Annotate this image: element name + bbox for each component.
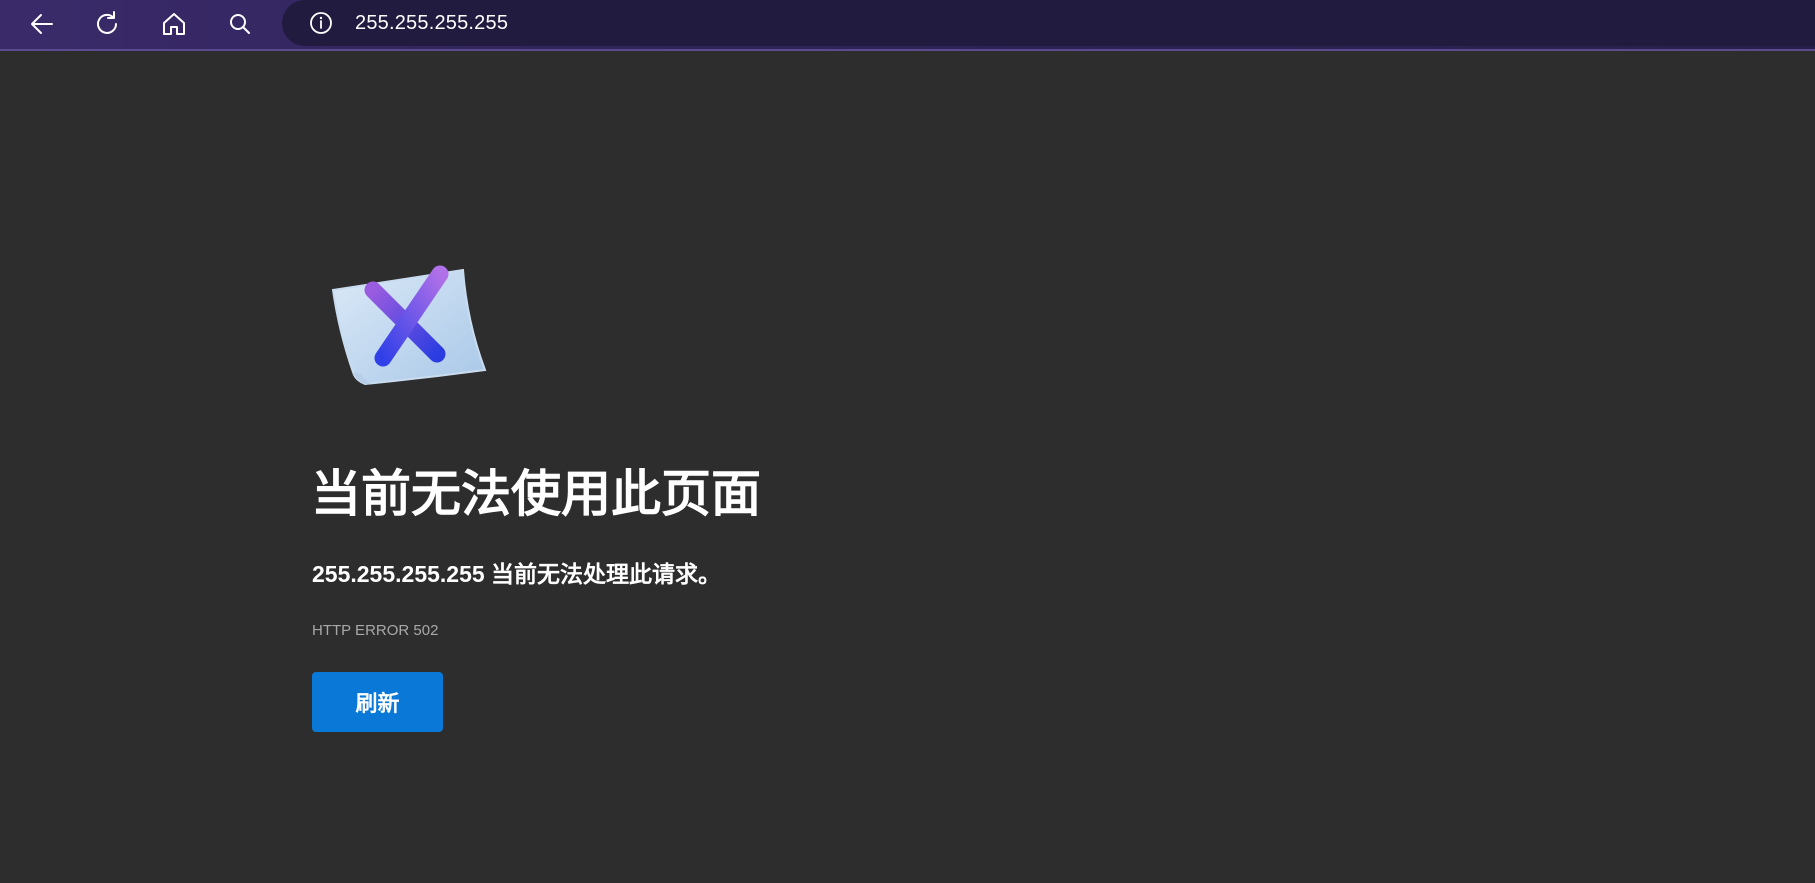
back-button[interactable] (22, 4, 62, 44)
refresh-page-button[interactable]: 刷新 (312, 672, 443, 732)
error-message: 255.255.255.255 当前无法处理此请求。 (312, 561, 722, 587)
address-bar[interactable]: 255.255.255.255 (282, 0, 1815, 46)
search-button[interactable] (220, 4, 260, 44)
refresh-button[interactable] (88, 4, 128, 44)
home-icon (163, 13, 185, 35)
back-arrow-icon (31, 14, 53, 34)
error-document-icon (331, 265, 487, 386)
page-title: 当前无法使用此页面 (311, 466, 761, 522)
info-icon[interactable] (309, 11, 333, 35)
browser-toolbar: 255.255.255.255 (0, 0, 1815, 51)
error-code: HTTP ERROR 502 (312, 622, 439, 639)
url-text[interactable]: 255.255.255.255 (355, 11, 508, 35)
home-button[interactable] (154, 4, 194, 44)
search-icon (230, 14, 250, 34)
refresh-icon (97, 11, 117, 34)
